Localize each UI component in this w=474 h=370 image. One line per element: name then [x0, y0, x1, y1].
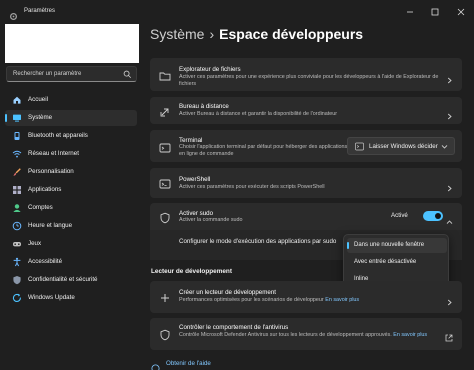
- sidebar-item-comptes[interactable]: Comptes: [5, 200, 137, 216]
- shield-icon: [159, 211, 171, 224]
- remote-desktop-title: Bureau à distance: [179, 103, 229, 110]
- antivirus-title: Contrôler le comportement de l'antivirus: [179, 324, 289, 331]
- sidebar-item-reseau[interactable]: Réseau et Internet: [5, 146, 137, 162]
- powershell-title: PowerShell: [179, 176, 211, 183]
- sudo-toggle[interactable]: [423, 211, 443, 221]
- active-indicator: [5, 114, 7, 122]
- remote-desktop-icon: [159, 105, 171, 117]
- folder-icon: [159, 69, 171, 81]
- terminal-dropdown-value: Laisser Windows décider: [369, 143, 438, 150]
- maximize-icon[interactable]: [429, 5, 441, 17]
- toggle-knob: [435, 213, 441, 219]
- title-bar: Paramètres: [0, 0, 474, 24]
- sudo-subtitle: Activer la commande sudo: [179, 217, 243, 223]
- external-link-icon: [445, 329, 453, 342]
- breadcrumb-chevron-icon: ›: [209, 26, 215, 42]
- sidebar-item-jeux[interactable]: Jeux: [5, 236, 137, 252]
- sidebar-item-heure-langue[interactable]: Heure et langue: [5, 218, 137, 234]
- sudo-title: Activer sudo: [179, 210, 214, 217]
- sidebar-item-applications[interactable]: Applications: [5, 182, 137, 198]
- breadcrumb-root[interactable]: Système: [150, 26, 204, 42]
- sudo-config-label: Configurer le mode d'exécution des appli…: [179, 238, 337, 245]
- antivirus-subtitle: Contrôle Microsoft Defender Antivirus su…: [179, 332, 428, 338]
- settings-app-icon: [9, 8, 18, 21]
- sidebar-item-systeme[interactable]: Système: [5, 110, 137, 126]
- account-icon: [12, 203, 22, 213]
- dev-drive-section-title: Lecteur de développement: [151, 268, 232, 275]
- sudo-option-input-disabled[interactable]: Avec entrée désactivée: [347, 255, 447, 270]
- globe-clock-icon: [12, 221, 22, 231]
- apps-icon: [12, 185, 22, 195]
- update-icon: [12, 293, 22, 303]
- sidebar-item-accueil[interactable]: Accueil: [5, 92, 137, 108]
- accessibility-icon: [12, 257, 22, 267]
- system-icon: [12, 113, 22, 123]
- sidebar-item-accessibilite[interactable]: Accessibilité: [5, 254, 137, 270]
- wifi-icon: [12, 149, 22, 159]
- minimize-icon[interactable]: [404, 5, 416, 17]
- sidebar-item-confidentialite[interactable]: Confidentialité et sécurité: [5, 272, 137, 288]
- explorer-title: Explorateur de fichiers: [179, 66, 241, 73]
- home-icon: [12, 95, 22, 105]
- sidebar-item-windows-update[interactable]: Windows Update: [5, 290, 137, 306]
- shield-icon: [12, 275, 22, 285]
- explorer-subtitle: Activer ces paramètres pour une expérien…: [179, 74, 439, 87]
- sudo-option-new-window[interactable]: Dans une nouvelle fenêtre: [347, 238, 447, 253]
- dev-drive-title: Créer un lecteur de développement: [179, 289, 276, 296]
- terminal-subtitle: Choisir l'application terminal par défau…: [179, 144, 348, 157]
- close-icon[interactable]: [455, 5, 467, 17]
- gamepad-icon: [12, 239, 22, 249]
- learn-more-link[interactable]: En savoir plus: [325, 297, 359, 303]
- sudo-card[interactable]: Activer sudo Activer la commande sudo: [150, 203, 462, 231]
- search-placeholder: Rechercher un paramètre: [13, 71, 82, 77]
- windows-terminal-icon: [355, 142, 364, 151]
- search-icon[interactable]: [123, 70, 132, 79]
- remote-desktop-subtitle: Activer Bureau à distance et garantir la…: [179, 111, 338, 117]
- powershell-subtitle: Activer ces paramètres pour exécuter des…: [179, 184, 325, 190]
- chevron-up-icon[interactable]: [446, 213, 453, 224]
- antivirus-card[interactable]: Contrôler le comportement de l'antivirus…: [150, 318, 462, 350]
- chevron-right-icon: [446, 293, 453, 306]
- plus-icon: [159, 291, 171, 303]
- dev-drive-subtitle: Performances optimisées pour les scénari…: [179, 297, 360, 303]
- brush-icon: [12, 167, 22, 177]
- search-input[interactable]: Rechercher un paramètre: [6, 66, 137, 82]
- get-help-link[interactable]: Obtenir de l'aide: [166, 360, 211, 367]
- chevron-right-icon: [446, 71, 453, 84]
- page-title: Espace développeurs: [219, 26, 364, 42]
- powershell-icon: [159, 177, 171, 189]
- help-icon: [151, 360, 160, 370]
- chevron-right-icon: [446, 107, 453, 120]
- sidebar-item-bluetooth[interactable]: Bluetooth et appareils: [5, 128, 137, 144]
- terminal-dropdown[interactable]: Laisser Windows décider: [347, 137, 455, 155]
- sudo-toggle-label: Activé: [391, 212, 408, 219]
- selected-indicator: [347, 242, 349, 249]
- learn-more-link[interactable]: En savoir plus: [393, 332, 427, 338]
- remote-desktop-card[interactable]: Bureau à distance Activer Bureau à dista…: [150, 97, 462, 124]
- breadcrumb: Système › Espace développeurs: [150, 26, 363, 42]
- chevron-down-icon: [441, 143, 448, 150]
- terminal-icon: [159, 141, 171, 153]
- terminal-title: Terminal: [179, 137, 203, 144]
- sidebar-item-personnalisation[interactable]: Personnalisation: [5, 164, 137, 180]
- dev-drive-card[interactable]: Créer un lecteur de développement Perfor…: [150, 281, 462, 313]
- bluetooth-icon: [12, 131, 22, 141]
- window-title: Paramètres: [24, 8, 56, 14]
- chevron-right-icon: [446, 179, 453, 192]
- explorer-card[interactable]: Explorateur de fichiers Activer ces para…: [150, 58, 462, 91]
- shield-icon: [159, 328, 171, 341]
- user-profile-card[interactable]: [5, 24, 139, 63]
- powershell-card[interactable]: PowerShell Activer ces paramètres pour e…: [150, 168, 462, 198]
